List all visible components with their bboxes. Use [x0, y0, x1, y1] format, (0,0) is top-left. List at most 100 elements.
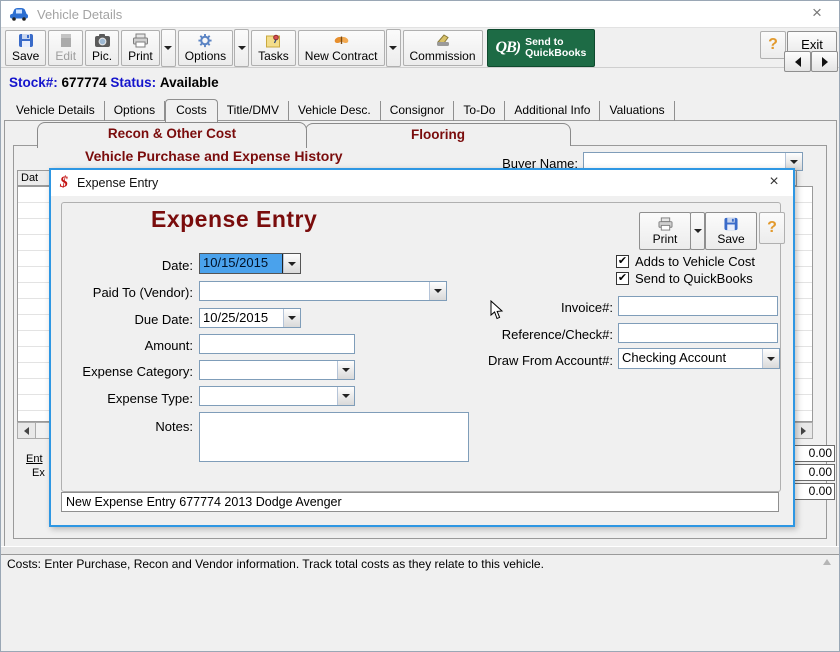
- send-to-quickbooks-checkbox[interactable]: [616, 272, 629, 285]
- edit-label: Edit: [55, 48, 77, 63]
- adds-to-vehicle-cost-checkbox[interactable]: [616, 255, 629, 268]
- expense-type-label: Expense Type:: [107, 391, 193, 406]
- tab-costs[interactable]: Costs: [165, 99, 218, 123]
- invoice-label: Invoice#:: [560, 300, 613, 315]
- note-pushpin-icon: [266, 34, 281, 47]
- enter-expense-label-fragment: Ent: [26, 453, 43, 465]
- previous-record-button[interactable]: [784, 51, 811, 72]
- mouse-cursor-icon: [490, 300, 504, 320]
- print-label: Print: [128, 48, 153, 63]
- due-date-label: Due Date:: [134, 312, 193, 327]
- tab-valuations[interactable]: Valuations: [600, 101, 675, 121]
- arrow-right-icon: [821, 56, 828, 67]
- save-label: Save: [12, 48, 40, 63]
- scroll-up-icon[interactable]: [823, 559, 831, 565]
- subtab-flooring[interactable]: Flooring: [305, 123, 571, 146]
- chevron-down-icon: [337, 387, 354, 405]
- hint-status-text: Costs: Enter Purchase, Recon and Vendor …: [7, 557, 544, 571]
- chevron-down-icon: [164, 45, 173, 50]
- car-icon: [10, 8, 28, 21]
- tab-consignor[interactable]: Consignor: [381, 101, 455, 121]
- new-contract-label: New Contract: [304, 48, 378, 63]
- dialog-status-bar: New Expense Entry 677774 2013 Dodge Aven…: [61, 492, 779, 512]
- due-date-combo[interactable]: 10/25/2015: [199, 308, 301, 328]
- dialog-titlebar: $ Expense Entry ×: [51, 170, 793, 196]
- stock-label: Stock#:: [9, 75, 58, 90]
- dialog-close-button[interactable]: ×: [763, 173, 785, 191]
- dialog-print-button[interactable]: Print: [639, 212, 691, 250]
- tab-vehicle-details[interactable]: Vehicle Details: [7, 101, 105, 121]
- subtab-recon-other-cost[interactable]: Recon & Other Cost: [37, 122, 307, 148]
- print-button[interactable]: Print: [121, 29, 160, 66]
- tab-to-do[interactable]: To-Do: [454, 101, 506, 121]
- arrow-left-icon: [24, 426, 29, 435]
- options-dropdown-button[interactable]: [234, 28, 250, 67]
- paid-to-combo[interactable]: [199, 281, 447, 301]
- save-icon: [18, 33, 33, 47]
- butterfly-icon: [334, 36, 348, 44]
- scroll-left-button[interactable]: [18, 423, 36, 438]
- invoice-field[interactable]: [618, 296, 778, 316]
- date-combo[interactable]: 10/15/2015: [199, 253, 301, 274]
- new-contract-dropdown-button[interactable]: [385, 28, 401, 67]
- quickbooks-button-label: Send to QuickBooks: [525, 35, 587, 59]
- date-value: 10/15/2015: [200, 254, 283, 273]
- send-to-quickbooks-button[interactable]: QB) Send to QuickBooks: [486, 28, 596, 67]
- commission-button[interactable]: Commission: [402, 29, 483, 66]
- draw-from-account-combo[interactable]: Checking Account: [618, 348, 780, 369]
- main-toolbar: Save Edit Pic. Print Options Tasks New C…: [1, 28, 839, 68]
- commission-icon: [436, 33, 449, 46]
- tasks-button[interactable]: Tasks: [251, 29, 296, 66]
- edit-icon: [60, 33, 71, 47]
- tab-title-dmv[interactable]: Title/DMV: [218, 101, 289, 121]
- scroll-right-button[interactable]: [794, 423, 812, 438]
- pictures-button[interactable]: Pic.: [85, 29, 120, 66]
- chevron-down-icon: [389, 45, 397, 50]
- total-field-3: 0.00: [789, 483, 835, 500]
- expense-category-combo[interactable]: [199, 360, 355, 380]
- next-record-button[interactable]: [811, 51, 838, 72]
- arrow-right-icon: [801, 426, 806, 435]
- dialog-title: Expense Entry: [77, 176, 159, 190]
- new-contract-button[interactable]: New Contract: [297, 29, 385, 66]
- chevron-down-icon: [762, 349, 779, 368]
- save-button[interactable]: Save: [5, 29, 47, 66]
- tab-options[interactable]: Options: [105, 101, 166, 121]
- amount-field[interactable]: [199, 334, 355, 354]
- help-button[interactable]: ?: [760, 31, 786, 59]
- status-label: Status:: [110, 75, 157, 90]
- tasks-label: Tasks: [258, 48, 289, 63]
- amount-label: Amount:: [144, 338, 193, 353]
- expense-entry-dialog: $ Expense Entry × Expense Entry Print Sa…: [49, 168, 795, 527]
- send-to-quickbooks-label: Send to QuickBooks: [635, 271, 753, 286]
- window-close-button[interactable]: ×: [805, 3, 829, 23]
- notes-field[interactable]: [199, 412, 469, 462]
- reference-check-label: Reference/Check#:: [501, 327, 613, 342]
- date-label: Date:: [161, 258, 193, 273]
- camera-icon: [94, 33, 110, 47]
- expense-history-heading: Vehicle Purchase and Expense History: [85, 148, 343, 164]
- commission-label: Commission: [409, 48, 476, 63]
- tab-additional-info[interactable]: Additional Info: [505, 101, 601, 121]
- pictures-label: Pic.: [92, 48, 113, 63]
- dialog-save-button[interactable]: Save: [705, 212, 757, 250]
- chevron-down-icon: [283, 309, 300, 327]
- reference-check-field[interactable]: [618, 323, 778, 343]
- draw-from-account-value: Checking Account: [622, 350, 727, 365]
- chevron-down-icon: [237, 45, 246, 50]
- save-icon: [724, 217, 738, 230]
- main-tab-strip: Vehicle Details Options Costs Title/DMV …: [7, 99, 675, 123]
- tab-vehicle-desc[interactable]: Vehicle Desc.: [289, 101, 381, 121]
- question-mark-icon: ?: [767, 219, 777, 236]
- dialog-help-button[interactable]: ?: [759, 212, 785, 244]
- expense-type-combo[interactable]: [199, 386, 355, 406]
- chevron-down-icon: [429, 282, 446, 300]
- dialog-print-dropdown-button[interactable]: [690, 212, 705, 250]
- dialog-heading: Expense Entry: [151, 206, 318, 232]
- options-button[interactable]: Options: [177, 29, 234, 66]
- adds-to-vehicle-cost-label: Adds to Vehicle Cost: [635, 254, 755, 269]
- dollar-icon: $: [60, 174, 68, 191]
- print-dropdown-button[interactable]: [160, 28, 176, 67]
- splitter-bar[interactable]: [1, 546, 839, 555]
- arrow-left-icon: [794, 56, 801, 67]
